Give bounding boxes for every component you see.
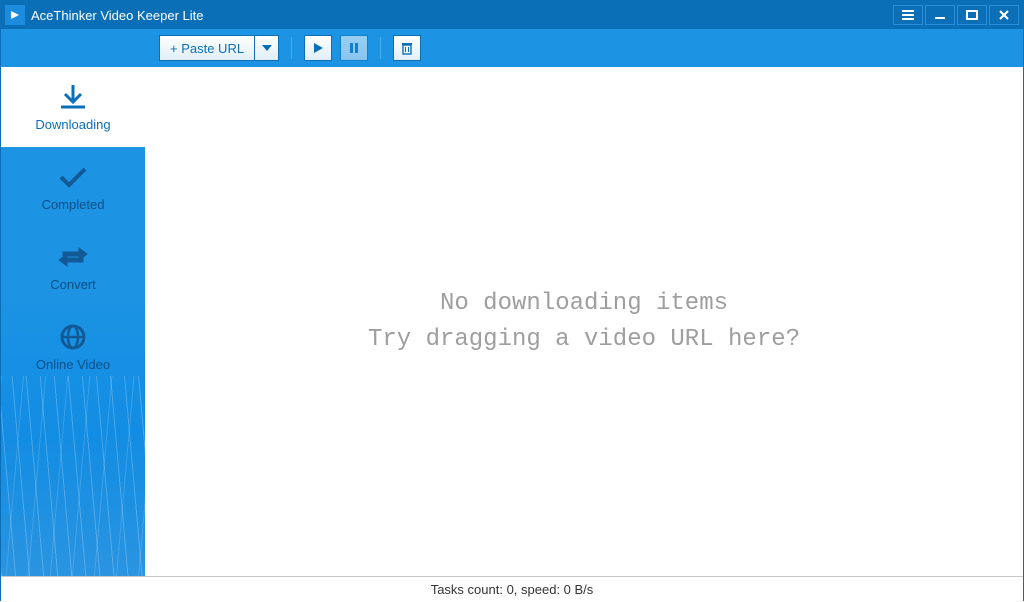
toolbar: + Paste URL — [1, 29, 1023, 67]
sidebar-item-convert[interactable]: Convert — [1, 227, 145, 307]
sidebar-item-completed[interactable]: Completed — [1, 147, 145, 227]
sidebar-item-label: Completed — [42, 197, 105, 212]
empty-line1: No downloading items — [368, 286, 800, 322]
toolbar-divider — [291, 37, 292, 59]
pause-button[interactable] — [340, 35, 368, 61]
checkmark-icon — [56, 163, 90, 191]
globe-icon — [56, 323, 90, 351]
main-area: Downloading Completed Convert Online Vid… — [1, 67, 1023, 576]
sidebar: Downloading Completed Convert Online Vid… — [1, 67, 145, 576]
maximize-button[interactable] — [957, 5, 987, 25]
status-bar: Tasks count: 0, speed: 0 B/s — [1, 576, 1023, 602]
convert-icon — [56, 243, 90, 271]
minimize-button[interactable] — [925, 5, 955, 25]
empty-line2: Try dragging a video URL here? — [368, 322, 800, 358]
app-logo-icon — [5, 5, 25, 25]
empty-state-text: No downloading items Try dragging a vide… — [368, 286, 800, 358]
content-area[interactable]: No downloading items Try dragging a vide… — [145, 67, 1023, 576]
sidebar-item-online-video[interactable]: Online Video — [1, 307, 145, 387]
play-button[interactable] — [304, 35, 332, 61]
sidebar-item-label: Online Video — [36, 357, 110, 372]
delete-button[interactable] — [393, 35, 421, 61]
status-text: Tasks count: 0, speed: 0 B/s — [431, 582, 594, 597]
paste-url-dropdown[interactable] — [254, 36, 278, 60]
toolbar-divider — [380, 37, 381, 59]
paste-url-button[interactable]: + Paste URL — [160, 36, 254, 60]
download-icon — [56, 83, 90, 111]
sidebar-item-downloading[interactable]: Downloading — [1, 67, 145, 147]
title-bar: AceThinker Video Keeper Lite — [1, 1, 1023, 29]
window-title: AceThinker Video Keeper Lite — [31, 8, 203, 23]
menu-button[interactable] — [893, 5, 923, 25]
sidebar-item-label: Convert — [50, 277, 96, 292]
paste-url-group: + Paste URL — [159, 35, 279, 61]
close-button[interactable] — [989, 5, 1019, 25]
sidebar-item-label: Downloading — [35, 117, 110, 132]
